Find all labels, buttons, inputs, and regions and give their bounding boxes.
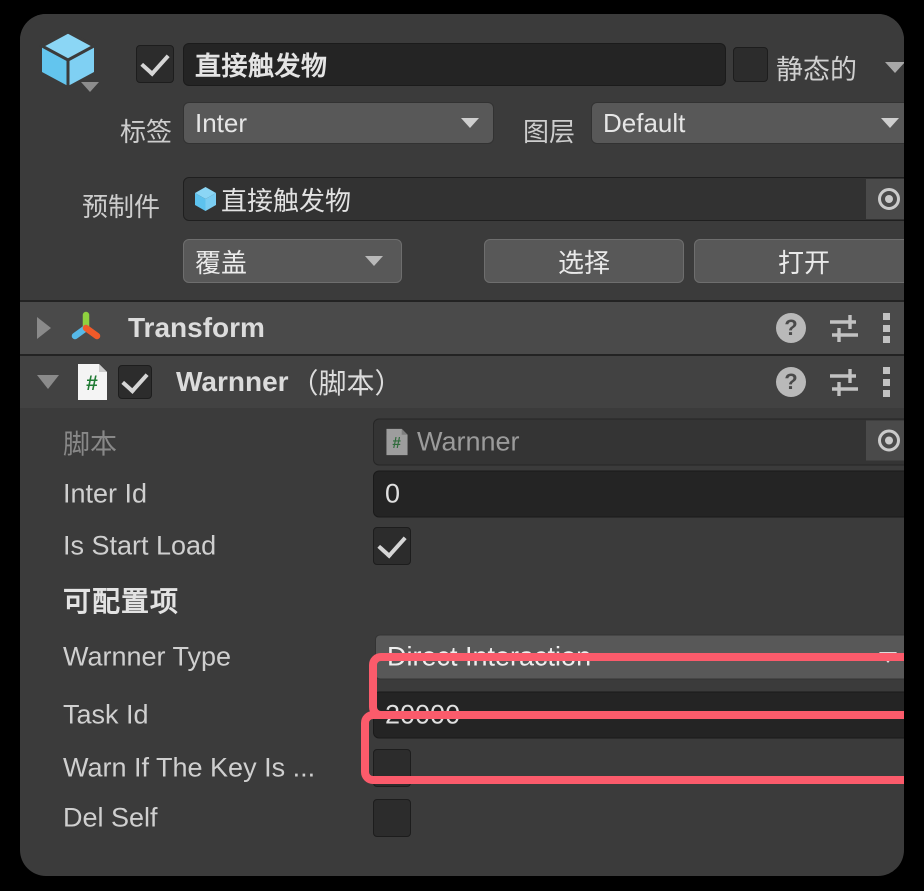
csharp-script-icon: # (386, 428, 408, 456)
chevron-down-icon (461, 118, 479, 128)
warnner-foldout-icon[interactable] (37, 375, 59, 389)
warnner-script-suffix: （脚本） (290, 368, 403, 399)
gameobject-active-checkbox[interactable] (136, 45, 174, 83)
del-self-label: Del Self (63, 802, 158, 833)
transform-header-tools: ? (776, 313, 890, 343)
layer-value: Default (603, 107, 686, 138)
layer-label: 图层 (523, 117, 576, 147)
property-row-del-self: Del Self (20, 793, 904, 843)
prefab-field[interactable]: 直接触发物 (183, 177, 904, 221)
property-row-inter-id: Inter Id 0 (20, 468, 904, 520)
warn-if-key-label: Warn If The Key Is ... (63, 752, 316, 783)
tag-value: Inter (195, 107, 248, 138)
property-row-warnner-type: Warnner Type Direct Interaction (20, 628, 904, 686)
script-value: Warnner (417, 426, 520, 457)
gameobject-name-input[interactable]: 直接触发物 (183, 43, 726, 86)
csharp-script-icon: # (78, 364, 107, 400)
component-header-transform[interactable]: Transform ? (20, 302, 904, 354)
chevron-down-icon (881, 118, 899, 128)
chevron-down-icon (365, 256, 383, 266)
object-picker-icon[interactable] (866, 179, 904, 219)
chevron-down-icon (879, 651, 897, 663)
script-label: 脚本 (63, 429, 117, 460)
transform-title: Transform (128, 312, 265, 343)
prefab-value: 直接触发物 (221, 185, 352, 216)
is-start-load-checkbox[interactable] (373, 527, 411, 565)
help-icon[interactable]: ? (776, 367, 806, 397)
preset-icon[interactable] (828, 313, 860, 343)
transform-foldout-icon[interactable] (37, 317, 51, 339)
tag-label: 标签 (120, 117, 173, 147)
warnner-type-dropdown[interactable]: Direct Interaction (375, 634, 904, 680)
svg-text:#: # (392, 435, 401, 452)
kebab-menu-icon[interactable] (882, 313, 890, 343)
section-header-row: 可配置项 (20, 572, 904, 628)
warnner-header-tools: ? (776, 367, 890, 397)
warnner-title: Warnner (176, 366, 289, 397)
inter-id-label: Inter Id (63, 478, 148, 509)
open-button[interactable]: 打开 (694, 239, 904, 283)
component-header-warnner[interactable]: # Warnner （脚本） ? (20, 356, 904, 408)
svg-text:#: # (86, 372, 98, 395)
inter-id-input[interactable]: 0 (373, 470, 904, 518)
del-self-checkbox[interactable] (373, 799, 411, 837)
configurable-section-title: 可配置项 (63, 586, 180, 617)
prefab-buttons-row: 覆盖 选择 打开 (20, 239, 904, 285)
property-row-script: 脚本 # Warnner (20, 416, 904, 468)
script-field: # Warnner (373, 418, 904, 466)
overrides-label: 覆盖 (195, 247, 248, 278)
help-icon[interactable]: ? (776, 313, 806, 343)
task-id-input[interactable]: 20000 (373, 691, 904, 738)
warnner-enabled-checkbox[interactable] (118, 365, 152, 399)
inspector-panel: 直接触发物 静态的 标签 Inter 图层 Default 预制件 直接触发物 … (20, 14, 904, 876)
prefab-cube-icon (195, 186, 216, 211)
object-picker-icon[interactable] (866, 420, 904, 461)
static-checkbox[interactable] (733, 47, 768, 82)
tag-layer-row: 标签 Inter 图层 Default (20, 102, 904, 148)
object-header: 直接触发物 静态的 标签 Inter 图层 Default 预制件 直接触发物 … (20, 14, 904, 300)
select-button[interactable]: 选择 (484, 239, 684, 283)
task-id-label: Task Id (63, 699, 149, 729)
property-row-warn-if-key: Warn If The Key Is ... (20, 743, 904, 793)
warnner-properties: 脚本 # Warnner Inter Id 0 Is Start Load 可配… (20, 408, 904, 843)
tag-dropdown[interactable]: Inter (183, 102, 494, 144)
warn-if-key-checkbox[interactable] (373, 749, 411, 787)
name-row: 直接触发物 静态的 (20, 40, 904, 88)
preset-icon[interactable] (828, 367, 860, 397)
prefab-label: 预制件 (82, 192, 161, 222)
property-row-task-id: Task Id 20000 (20, 686, 904, 743)
kebab-menu-icon[interactable] (882, 367, 890, 397)
warnner-type-label: Warnner Type (63, 641, 232, 672)
transform-gizmo-icon (71, 311, 101, 340)
overrides-dropdown-button[interactable]: 覆盖 (183, 239, 402, 283)
static-label: 静态的 (776, 55, 857, 85)
property-row-is-start-load: Is Start Load (20, 520, 904, 572)
is-start-load-label: Is Start Load (63, 530, 217, 561)
warnner-type-value: Direct Interaction (387, 641, 592, 672)
layer-dropdown[interactable]: Default (591, 102, 904, 144)
prefab-row: 预制件 直接触发物 (20, 177, 904, 227)
static-dropdown-caret-icon[interactable] (885, 62, 904, 73)
